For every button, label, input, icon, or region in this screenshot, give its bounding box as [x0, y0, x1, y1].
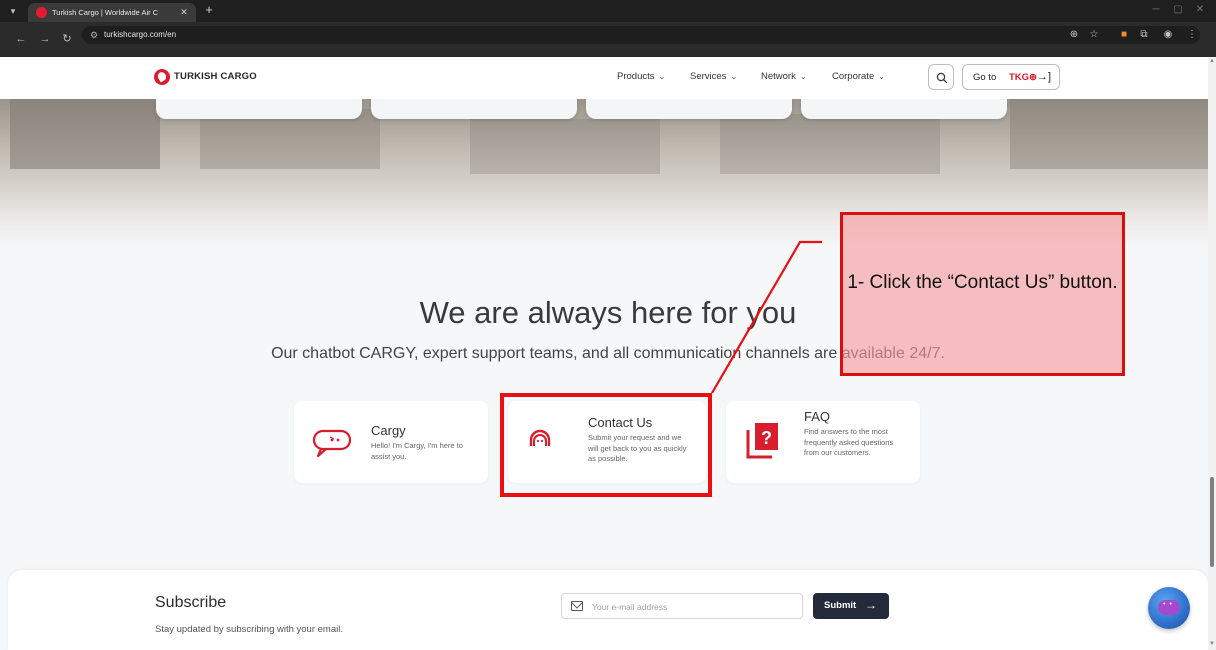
annotation-callout: 1- Click the “Contact Us” button. — [840, 212, 1125, 376]
annotation-highlight-box — [500, 393, 712, 497]
annotation-text: 1- Click the “Contact Us” button. — [847, 272, 1118, 293]
